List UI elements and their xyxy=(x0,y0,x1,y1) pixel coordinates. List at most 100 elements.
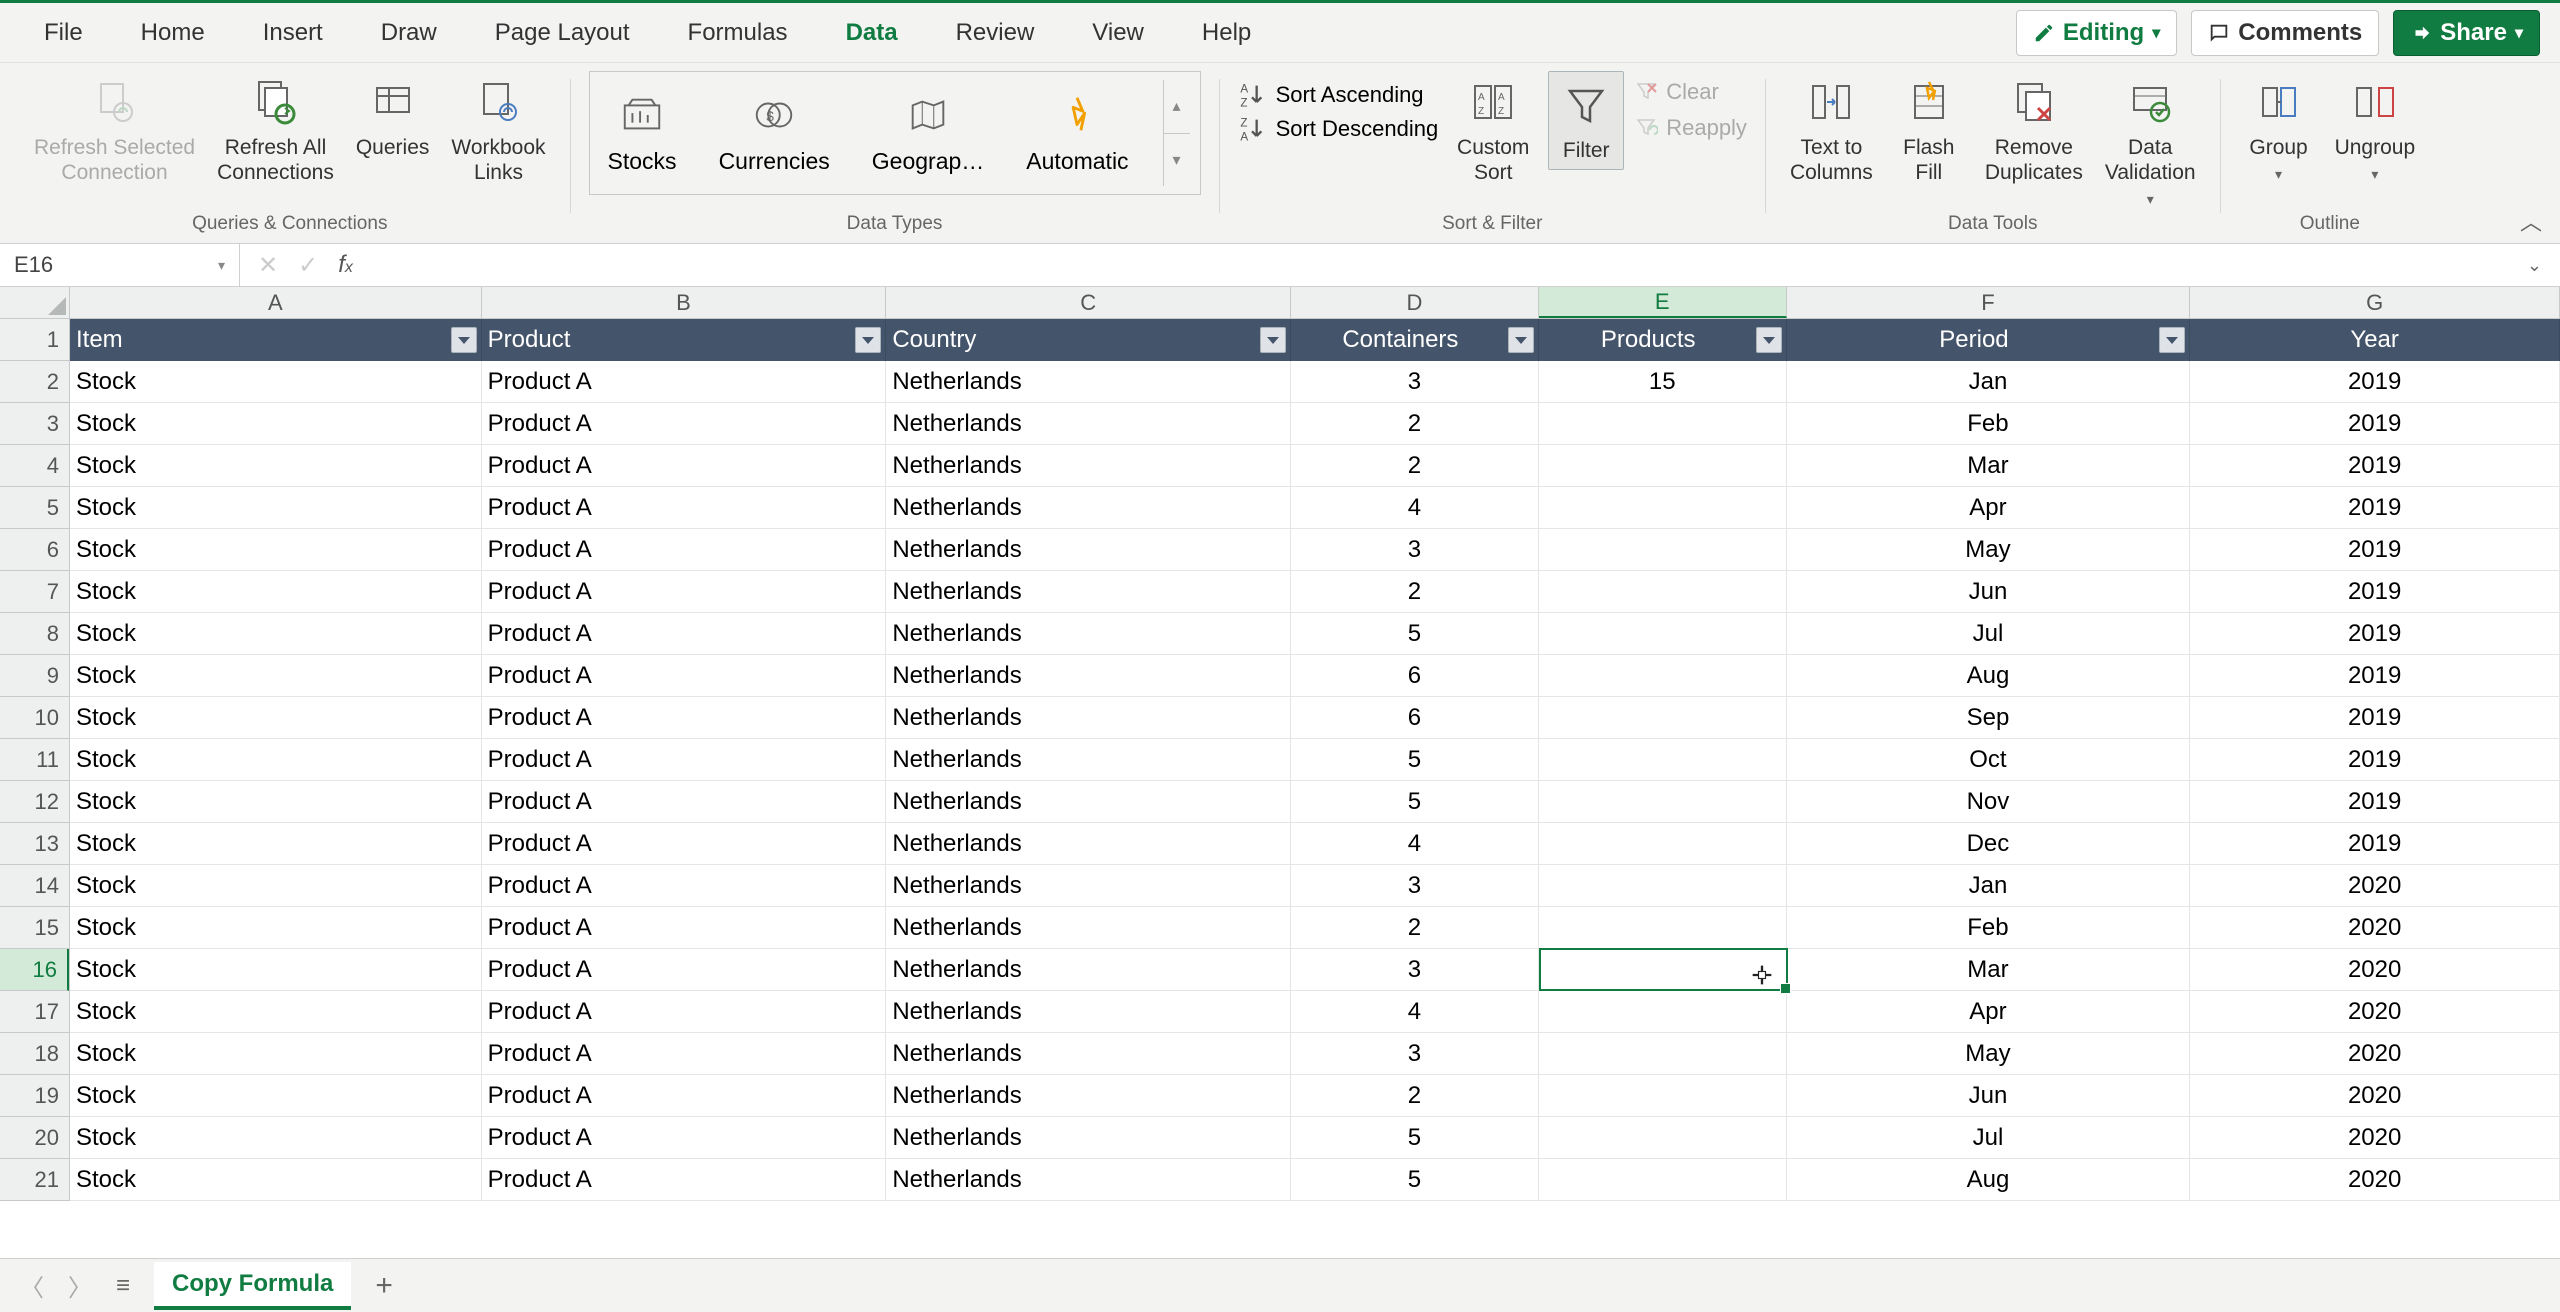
formula-input[interactable] xyxy=(371,244,2509,286)
cell[interactable] xyxy=(1539,949,1787,991)
cell[interactable]: Aug xyxy=(1787,655,2191,697)
cell[interactable]: Stock xyxy=(70,1159,482,1201)
menu-tab-insert[interactable]: Insert xyxy=(259,9,327,57)
cell[interactable]: Netherlands xyxy=(886,445,1291,487)
cell[interactable]: May xyxy=(1787,529,2191,571)
data-types-gallery[interactable]: Stocks $ Currencies Geograp… Automatic xyxy=(589,71,1201,195)
custom-sort-button[interactable]: AZAZ Custom Sort xyxy=(1448,71,1538,189)
data-validation-button[interactable]: Data Validation ▾ xyxy=(2099,71,2202,212)
filter-dropdown-product[interactable] xyxy=(855,327,881,353)
cell[interactable]: 6 xyxy=(1291,655,1539,697)
editing-mode-button[interactable]: Editing ▾ xyxy=(2016,10,2177,56)
cell[interactable]: Stock xyxy=(70,1117,482,1159)
cell[interactable]: Sep xyxy=(1787,697,2191,739)
cell[interactable]: Netherlands xyxy=(886,403,1291,445)
cell[interactable]: Netherlands xyxy=(886,991,1291,1033)
cell[interactable]: Product A xyxy=(482,1159,887,1201)
cell[interactable]: Product A xyxy=(482,571,887,613)
row-header-9[interactable]: 9 xyxy=(0,655,69,697)
chevron-down-icon[interactable]: ▾ xyxy=(218,257,225,274)
cell[interactable]: 4 xyxy=(1291,823,1539,865)
cell[interactable]: 3 xyxy=(1291,949,1539,991)
cell[interactable]: Oct xyxy=(1787,739,2191,781)
ribbon-collapse-button[interactable]: ︿ xyxy=(2520,205,2542,237)
add-sheet-button[interactable]: + xyxy=(375,1269,393,1303)
cell[interactable] xyxy=(1539,1117,1787,1159)
data-type-currencies[interactable]: $ Currencies xyxy=(711,92,838,175)
cell[interactable]: Stock xyxy=(70,1075,482,1117)
cell[interactable]: 6 xyxy=(1291,697,1539,739)
row-header-7[interactable]: 7 xyxy=(0,571,69,613)
cell[interactable]: Apr xyxy=(1787,487,2191,529)
cell[interactable]: Netherlands xyxy=(886,361,1291,403)
workbook-links-button[interactable]: Workbook Links xyxy=(445,71,551,189)
header-cell-period[interactable]: Period xyxy=(1787,319,2191,361)
ungroup-button[interactable]: Ungroup ▾ xyxy=(2329,71,2422,187)
cell[interactable]: Stock xyxy=(70,697,482,739)
cell[interactable]: Product A xyxy=(482,739,887,781)
cell[interactable]: Jul xyxy=(1787,613,2191,655)
row-header-5[interactable]: 5 xyxy=(0,487,69,529)
sheet-nav-prev[interactable]: 〈 xyxy=(20,1268,44,1303)
text-to-columns-button[interactable]: Text to Columns xyxy=(1784,71,1879,189)
cell[interactable]: 5 xyxy=(1291,1159,1539,1201)
menu-tab-file[interactable]: File xyxy=(40,9,87,57)
cell[interactable]: 2019 xyxy=(2190,655,2560,697)
data-type-stocks[interactable]: Stocks xyxy=(600,92,685,175)
row-header-4[interactable]: 4 xyxy=(0,445,69,487)
cell[interactable] xyxy=(1539,403,1787,445)
sort-descending-button[interactable]: ZA Sort Descending xyxy=(1238,115,1439,143)
sort-ascending-button[interactable]: AZ Sort Ascending xyxy=(1238,81,1424,109)
column-header-B[interactable]: B xyxy=(482,287,887,318)
cell[interactable]: Product A xyxy=(482,823,887,865)
cell[interactable]: 2 xyxy=(1291,907,1539,949)
row-header-11[interactable]: 11 xyxy=(0,739,69,781)
sheet-nav-next[interactable]: 〉 xyxy=(68,1268,92,1303)
cell[interactable] xyxy=(1539,865,1787,907)
cell[interactable]: Netherlands xyxy=(886,907,1291,949)
cell[interactable]: Netherlands xyxy=(886,487,1291,529)
cell[interactable] xyxy=(1539,1033,1787,1075)
cell[interactable]: 2020 xyxy=(2190,907,2560,949)
row-header-14[interactable]: 14 xyxy=(0,865,69,907)
remove-duplicates-button[interactable]: Remove Duplicates xyxy=(1979,71,2089,189)
filter-dropdown-period[interactable] xyxy=(2159,327,2185,353)
cell[interactable] xyxy=(1539,781,1787,823)
cell[interactable]: 2020 xyxy=(2190,865,2560,907)
cell[interactable]: Product A xyxy=(482,1033,887,1075)
cell[interactable]: Netherlands xyxy=(886,529,1291,571)
cell[interactable]: Stock xyxy=(70,445,482,487)
row-header-17[interactable]: 17 xyxy=(0,991,69,1033)
cell[interactable]: Netherlands xyxy=(886,571,1291,613)
cell[interactable] xyxy=(1539,697,1787,739)
cell[interactable]: Product A xyxy=(482,487,887,529)
cell[interactable]: Netherlands xyxy=(886,739,1291,781)
header-cell-products[interactable]: Products xyxy=(1539,319,1787,361)
cell[interactable] xyxy=(1539,1159,1787,1201)
row-header-12[interactable]: 12 xyxy=(0,781,69,823)
cell[interactable] xyxy=(1539,907,1787,949)
cell[interactable]: Product A xyxy=(482,949,887,991)
cell[interactable]: Netherlands xyxy=(886,949,1291,991)
fx-icon[interactable]: fx xyxy=(338,251,353,279)
data-types-scroll-up[interactable]: ▴ xyxy=(1164,80,1190,134)
filter-dropdown-country[interactable] xyxy=(1260,327,1286,353)
cell[interactable]: Jan xyxy=(1787,361,2191,403)
cell[interactable] xyxy=(1539,445,1787,487)
cell[interactable]: Netherlands xyxy=(886,1117,1291,1159)
column-header-F[interactable]: F xyxy=(1787,287,2191,318)
cell[interactable]: Product A xyxy=(482,991,887,1033)
header-cell-year[interactable]: Year xyxy=(2190,319,2560,361)
cell[interactable]: 5 xyxy=(1291,613,1539,655)
flash-fill-button[interactable]: Flash Fill xyxy=(1889,71,1969,189)
cell[interactable] xyxy=(1539,529,1787,571)
cell[interactable]: Jun xyxy=(1787,1075,2191,1117)
cell[interactable]: Feb xyxy=(1787,403,2191,445)
cell[interactable]: Product A xyxy=(482,781,887,823)
cell[interactable]: Stock xyxy=(70,949,482,991)
cell[interactable]: Netherlands xyxy=(886,1159,1291,1201)
menu-tab-page-layout[interactable]: Page Layout xyxy=(491,9,634,57)
cell[interactable]: 2020 xyxy=(2190,1033,2560,1075)
column-header-E[interactable]: E xyxy=(1539,287,1787,318)
cell[interactable]: 2 xyxy=(1291,571,1539,613)
